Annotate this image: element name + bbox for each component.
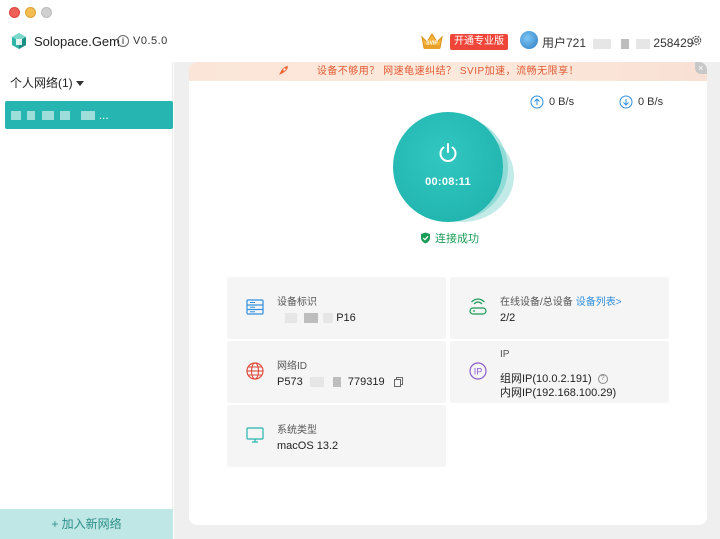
rocket-icon bbox=[279, 66, 288, 75]
tile-network-id: 网络ID P573 779319 bbox=[227, 341, 446, 403]
help-icon[interactable]: ? bbox=[597, 374, 608, 385]
network-group-toggle[interactable]: 个人网络(1) bbox=[10, 74, 84, 91]
network-id-value: P573 779319 bbox=[277, 376, 403, 388]
server-icon bbox=[246, 299, 264, 315]
online-devices-value: 2/2 bbox=[500, 312, 516, 324]
masked-text bbox=[323, 313, 334, 324]
device-id-value: P16 bbox=[277, 312, 356, 324]
ip-label: IP bbox=[500, 349, 510, 360]
device-id-suffix: P16 bbox=[336, 312, 356, 324]
sidebar: 个人网络(1) ... + 加入新网络 bbox=[0, 62, 173, 539]
masked-text bbox=[285, 313, 297, 324]
network-item-suffix: ... bbox=[98, 108, 109, 122]
svg-text:SVIP: SVIP bbox=[426, 41, 438, 47]
online-devices-label-text: 在线设备/总设备 bbox=[500, 297, 573, 308]
globe-icon bbox=[246, 362, 264, 380]
shield-check-icon bbox=[421, 232, 430, 244]
user-name[interactable]: 用户721 258429 bbox=[542, 34, 693, 51]
gear-icon[interactable] bbox=[690, 34, 703, 47]
promo-banner-text: 设备不够用？ 网速龟速纠结？ SVIP加速，流畅无限享！ bbox=[316, 66, 580, 77]
title-bar: Solopace.Gem i V0.5.0 SVIP 开通专业版 用户721 2… bbox=[0, 0, 720, 62]
user-name-suffix: 258429 bbox=[653, 36, 694, 50]
app-name: Solopace.Gem bbox=[34, 34, 120, 49]
window-minimize-button[interactable] bbox=[25, 7, 36, 18]
network-id-label: 网络ID bbox=[277, 361, 307, 372]
masked-text bbox=[304, 313, 319, 324]
download-speed: 0 B/s bbox=[619, 95, 663, 109]
router-icon bbox=[469, 298, 487, 315]
masked-text bbox=[60, 111, 71, 121]
tile-ip: IP IP 组网IP(10.0.2.191)? 内网IP(192.168.100… bbox=[450, 341, 669, 403]
main-card: 设备不够用？ 网速龟速纠结？ SVIP加速，流畅无限享！ × 0 B/s 0 B… bbox=[189, 62, 707, 525]
upload-speed-value: 0 B/s bbox=[549, 96, 575, 108]
download-speed-value: 0 B/s bbox=[638, 96, 664, 108]
masked-text bbox=[593, 38, 612, 49]
copy-icon[interactable] bbox=[393, 377, 403, 388]
user-name-prefix: 用户721 bbox=[542, 36, 587, 50]
masked-text bbox=[27, 111, 36, 121]
tile-system-type: 系统类型 macOS 13.2 bbox=[227, 405, 446, 467]
plus-icon: + bbox=[51, 517, 59, 531]
ip-icon: IP bbox=[469, 362, 487, 380]
add-network-label: 加入新网络 bbox=[61, 517, 122, 531]
app-logo-icon bbox=[12, 33, 26, 49]
network-id-suffix: 779319 bbox=[347, 376, 385, 388]
info-icon[interactable]: i bbox=[117, 35, 129, 47]
sidebar-item-network[interactable]: ... bbox=[5, 101, 173, 129]
window-close-button[interactable] bbox=[9, 7, 20, 18]
masked-text bbox=[309, 377, 324, 388]
masked-text bbox=[636, 38, 651, 49]
network-id-prefix: P573 bbox=[277, 376, 303, 388]
close-icon[interactable]: × bbox=[695, 62, 707, 74]
caret-down-icon bbox=[75, 81, 84, 87]
device-id-label: 设备标识 bbox=[277, 297, 317, 308]
masked-text bbox=[41, 111, 54, 121]
add-network-button[interactable]: + 加入新网络 bbox=[0, 509, 173, 539]
system-type-value: macOS 13.2 bbox=[277, 440, 339, 452]
download-arrow-icon bbox=[619, 95, 633, 109]
connection-timer: 00:08:11 bbox=[425, 176, 471, 188]
promo-banner[interactable]: 设备不够用？ 网速龟速纠结？ SVIP加速，流畅无限享！ × bbox=[189, 62, 707, 81]
masked-text bbox=[11, 111, 21, 121]
power-icon bbox=[439, 143, 457, 162]
connection-status-text: 连接成功 bbox=[435, 233, 479, 245]
lan-ip-value: 内网IP(192.168.100.29) bbox=[500, 387, 617, 399]
upload-arrow-icon bbox=[530, 95, 544, 109]
app-version: V0.5.0 bbox=[133, 35, 168, 47]
masked-text bbox=[620, 38, 629, 49]
crown-icon[interactable]: SVIP bbox=[420, 31, 444, 51]
tile-device-id: 设备标识 P16 bbox=[227, 277, 446, 339]
window-zoom-button[interactable] bbox=[41, 7, 52, 18]
network-group-label: 个人网络(1) bbox=[10, 76, 73, 90]
online-devices-label: 在线设备/总设备 设备列表> bbox=[500, 293, 622, 308]
system-type-label: 系统类型 bbox=[277, 425, 317, 436]
upgrade-pro-button[interactable]: 开通专业版 bbox=[450, 34, 508, 50]
power-button-wrap: 00:08:11 bbox=[388, 110, 518, 230]
monitor-icon bbox=[246, 427, 264, 443]
device-list-link[interactable]: 设备列表> bbox=[576, 297, 622, 308]
upload-speed: 0 B/s bbox=[530, 95, 574, 109]
avatar[interactable] bbox=[520, 31, 538, 49]
svg-text:IP: IP bbox=[474, 367, 483, 377]
connection-status: 连接成功 bbox=[420, 230, 479, 246]
power-button[interactable]: 00:08:11 bbox=[393, 112, 503, 222]
tile-online-devices: 在线设备/总设备 设备列表> 2/2 bbox=[450, 277, 669, 339]
masked-text bbox=[332, 377, 341, 388]
masked-text bbox=[81, 111, 96, 121]
main-area: 设备不够用？ 网速龟速纠结？ SVIP加速，流畅无限享！ × 0 B/s 0 B… bbox=[174, 62, 720, 539]
